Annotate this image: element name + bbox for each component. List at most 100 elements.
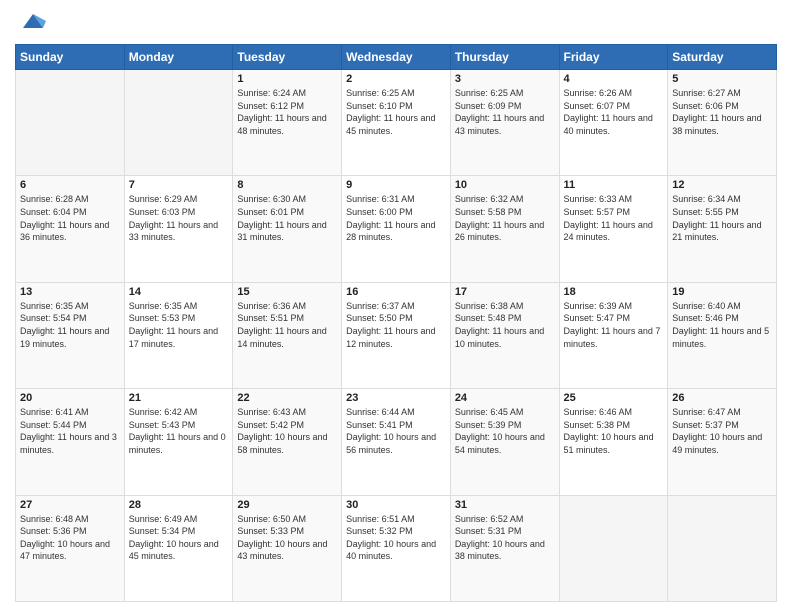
- day-info: Sunrise: 6:36 AM Sunset: 5:51 PM Dayligh…: [237, 300, 337, 350]
- day-number: 27: [20, 499, 120, 511]
- day-info: Sunrise: 6:24 AM Sunset: 6:12 PM Dayligh…: [237, 87, 337, 137]
- day-number: 20: [20, 392, 120, 404]
- page: SundayMondayTuesdayWednesdayThursdayFrid…: [0, 0, 792, 612]
- day-number: 14: [129, 286, 229, 298]
- calendar-cell: 15Sunrise: 6:36 AM Sunset: 5:51 PM Dayli…: [233, 282, 342, 388]
- calendar-cell: 20 Sunrise: 6:41 AM Sunset: 5:44 PM Dayli…: [16, 389, 125, 495]
- calendar-cell: 14 Sunrise: 6:35 AM Sunset: 5:53 PM Dayli…: [124, 282, 233, 388]
- day-info: Sunrise: 6:29 AM Sunset: 6:03 PM Dayligh…: [129, 193, 229, 243]
- day-info: Sunrise: 6:34 AM Sunset: 5:55 PM Dayligh…: [672, 193, 772, 243]
- calendar-cell: 23 Sunrise: 6:44 AM Sunset: 5:41 PM Dayli…: [342, 389, 451, 495]
- day-number: 22: [237, 392, 337, 404]
- logo: [15, 10, 48, 36]
- weekday-header-saturday: Saturday: [668, 45, 777, 70]
- day-info: Sunrise: 6:52 AM Sunset: 5:31 PM Dayligh…: [455, 513, 555, 563]
- day-number: 9: [346, 179, 446, 191]
- day-number: 26: [672, 392, 772, 404]
- calendar-cell: 16 Sunrise: 6:37 AM Sunset: 5:50 PM Dayli…: [342, 282, 451, 388]
- calendar-cell: 12 Sunrise: 6:34 AM Sunset: 5:55 PM Dayli…: [668, 176, 777, 282]
- calendar-cell: 21 Sunrise: 6:42 AM Sunset: 5:43 PM Dayli…: [124, 389, 233, 495]
- calendar-week-row: 27 Sunrise: 6:48 AM Sunset: 5:36 PM Dayli…: [16, 495, 777, 601]
- weekday-header-tuesday: Tuesday: [233, 45, 342, 70]
- header: [15, 10, 777, 36]
- calendar-cell: 13 Sunrise: 6:35 AM Sunset: 5:54 PM Dayli…: [16, 282, 125, 388]
- day-number: 13: [20, 286, 120, 298]
- calendar-cell: 6Sunrise: 6:28 AM Sunset: 6:04 PM Daylig…: [16, 176, 125, 282]
- day-number: 8: [237, 179, 337, 191]
- day-number: 18: [564, 286, 664, 298]
- day-info: Sunrise: 6:35 AM Sunset: 5:53 PM Dayligh…: [129, 300, 229, 350]
- calendar-table: SundayMondayTuesdayWednesdayThursdayFrid…: [15, 44, 777, 602]
- calendar-cell: 4 Sunrise: 6:26 AM Sunset: 6:07 PM Daylig…: [559, 70, 668, 176]
- day-info: Sunrise: 6:41 AM Sunset: 5:44 PM Dayligh…: [20, 406, 120, 456]
- day-number: 23: [346, 392, 446, 404]
- day-number: 11: [564, 179, 664, 191]
- day-info: Sunrise: 6:42 AM Sunset: 5:43 PM Dayligh…: [129, 406, 229, 456]
- day-number: 19: [672, 286, 772, 298]
- day-number: 28: [129, 499, 229, 511]
- day-number: 7: [129, 179, 229, 191]
- day-info: Sunrise: 6:30 AM Sunset: 6:01 PM Dayligh…: [237, 193, 337, 243]
- calendar-cell: [668, 495, 777, 601]
- day-info: Sunrise: 6:49 AM Sunset: 5:34 PM Dayligh…: [129, 513, 229, 563]
- day-number: 21: [129, 392, 229, 404]
- calendar-cell: 1 Sunrise: 6:24 AM Sunset: 6:12 PM Daylig…: [233, 70, 342, 176]
- day-number: 12: [672, 179, 772, 191]
- day-info: Sunrise: 6:25 AM Sunset: 6:09 PM Dayligh…: [455, 87, 555, 137]
- day-number: 29: [237, 499, 337, 511]
- day-info: Sunrise: 6:40 AM Sunset: 5:46 PM Dayligh…: [672, 300, 772, 350]
- day-number: 10: [455, 179, 555, 191]
- day-info: Sunrise: 6:48 AM Sunset: 5:36 PM Dayligh…: [20, 513, 120, 563]
- calendar-cell: 30 Sunrise: 6:51 AM Sunset: 5:32 PM Dayli…: [342, 495, 451, 601]
- day-info: Sunrise: 6:44 AM Sunset: 5:41 PM Dayligh…: [346, 406, 446, 456]
- day-number: 6: [20, 179, 120, 191]
- day-number: 16: [346, 286, 446, 298]
- day-info: Sunrise: 6:47 AM Sunset: 5:37 PM Dayligh…: [672, 406, 772, 456]
- day-info: Sunrise: 6:38 AM Sunset: 5:48 PM Dayligh…: [455, 300, 555, 350]
- calendar-cell: 28 Sunrise: 6:49 AM Sunset: 5:34 PM Dayli…: [124, 495, 233, 601]
- calendar-week-row: 20 Sunrise: 6:41 AM Sunset: 5:44 PM Dayli…: [16, 389, 777, 495]
- calendar-cell: 2 Sunrise: 6:25 AM Sunset: 6:10 PM Daylig…: [342, 70, 451, 176]
- day-info: Sunrise: 6:25 AM Sunset: 6:10 PM Dayligh…: [346, 87, 446, 137]
- day-info: Sunrise: 6:39 AM Sunset: 5:47 PM Dayligh…: [564, 300, 664, 350]
- calendar-cell: 9 Sunrise: 6:31 AM Sunset: 6:00 PM Daylig…: [342, 176, 451, 282]
- weekday-header-thursday: Thursday: [450, 45, 559, 70]
- day-number: 24: [455, 392, 555, 404]
- weekday-header-monday: Monday: [124, 45, 233, 70]
- calendar-cell: 3 Sunrise: 6:25 AM Sunset: 6:09 PM Daylig…: [450, 70, 559, 176]
- calendar-week-row: 13 Sunrise: 6:35 AM Sunset: 5:54 PM Dayli…: [16, 282, 777, 388]
- day-info: Sunrise: 6:46 AM Sunset: 5:38 PM Dayligh…: [564, 406, 664, 456]
- calendar-header-row: SundayMondayTuesdayWednesdayThursdayFrid…: [16, 45, 777, 70]
- calendar-cell: 5Sunrise: 6:27 AM Sunset: 6:06 PM Daylig…: [668, 70, 777, 176]
- calendar-cell: 27 Sunrise: 6:48 AM Sunset: 5:36 PM Dayli…: [16, 495, 125, 601]
- weekday-header-sunday: Sunday: [16, 45, 125, 70]
- calendar-cell: 22 Sunrise: 6:43 AM Sunset: 5:42 PM Dayli…: [233, 389, 342, 495]
- day-number: 1: [237, 73, 337, 85]
- day-number: 25: [564, 392, 664, 404]
- day-number: 3: [455, 73, 555, 85]
- day-info: Sunrise: 6:31 AM Sunset: 6:00 PM Dayligh…: [346, 193, 446, 243]
- calendar-cell: 7 Sunrise: 6:29 AM Sunset: 6:03 PM Daylig…: [124, 176, 233, 282]
- calendar-cell: 19 Sunrise: 6:40 AM Sunset: 5:46 PM Dayli…: [668, 282, 777, 388]
- day-info: Sunrise: 6:32 AM Sunset: 5:58 PM Dayligh…: [455, 193, 555, 243]
- day-info: Sunrise: 6:27 AM Sunset: 6:06 PM Dayligh…: [672, 87, 772, 137]
- calendar-cell: 10 Sunrise: 6:32 AM Sunset: 5:58 PM Dayli…: [450, 176, 559, 282]
- day-number: 17: [455, 286, 555, 298]
- calendar-week-row: 6Sunrise: 6:28 AM Sunset: 6:04 PM Daylig…: [16, 176, 777, 282]
- weekday-header-wednesday: Wednesday: [342, 45, 451, 70]
- calendar-cell: 18 Sunrise: 6:39 AM Sunset: 5:47 PM Dayli…: [559, 282, 668, 388]
- weekday-header-friday: Friday: [559, 45, 668, 70]
- calendar-cell: [124, 70, 233, 176]
- day-info: Sunrise: 6:51 AM Sunset: 5:32 PM Dayligh…: [346, 513, 446, 563]
- day-number: 4: [564, 73, 664, 85]
- day-info: Sunrise: 6:43 AM Sunset: 5:42 PM Dayligh…: [237, 406, 337, 456]
- day-number: 30: [346, 499, 446, 511]
- day-number: 2: [346, 73, 446, 85]
- day-info: Sunrise: 6:26 AM Sunset: 6:07 PM Dayligh…: [564, 87, 664, 137]
- calendar-cell: 29Sunrise: 6:50 AM Sunset: 5:33 PM Dayli…: [233, 495, 342, 601]
- day-info: Sunrise: 6:37 AM Sunset: 5:50 PM Dayligh…: [346, 300, 446, 350]
- calendar-cell: 25 Sunrise: 6:46 AM Sunset: 5:38 PM Dayli…: [559, 389, 668, 495]
- day-info: Sunrise: 6:35 AM Sunset: 5:54 PM Dayligh…: [20, 300, 120, 350]
- calendar-cell: 26 Sunrise: 6:47 AM Sunset: 5:37 PM Dayli…: [668, 389, 777, 495]
- calendar-cell: [559, 495, 668, 601]
